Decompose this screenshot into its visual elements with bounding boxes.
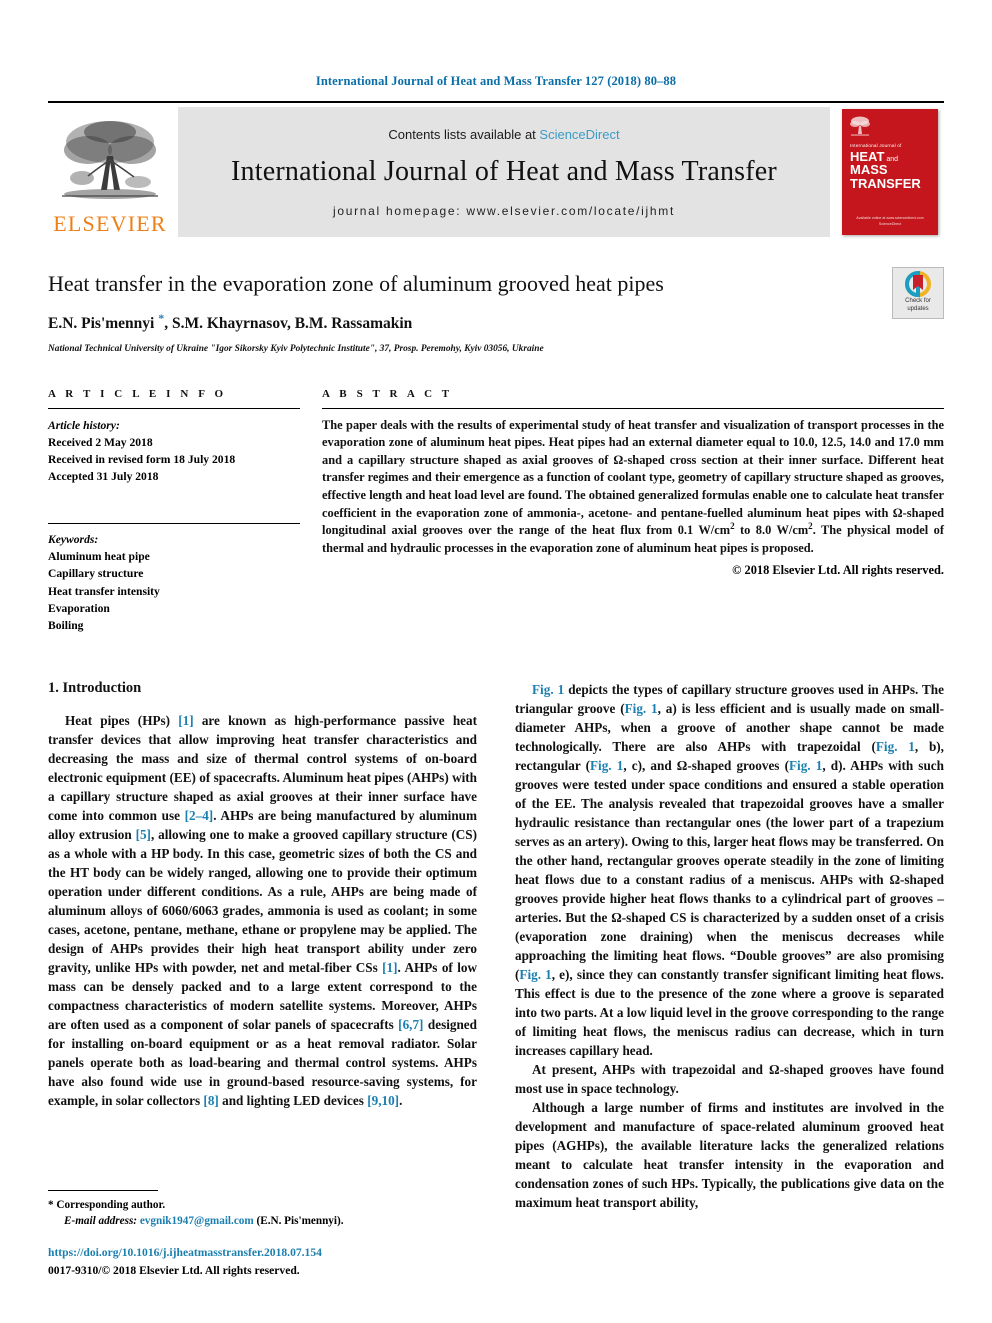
journal-cover-thumbnail[interactable]: International Journal of HEAT and MASS T…: [836, 107, 944, 237]
citation-link[interactable]: Fig. 1: [876, 739, 915, 754]
article-info-column: A R T I C L E I N F O Article history: R…: [48, 388, 300, 635]
divider-abstract: [322, 407, 944, 409]
paragraph-text: At present, AHPs with trapezoidal and Ω-…: [515, 1062, 944, 1097]
footnote-divider: [48, 1189, 158, 1191]
footnote-bottom: https://doi.org/10.1016/j.ijheatmasstran…: [48, 1244, 480, 1279]
citation-link[interactable]: Fig. 1: [590, 758, 623, 773]
contents-available-line: Contents lists available at ScienceDirec…: [388, 127, 619, 142]
paragraph-text: , c), and Ω-shaped grooves (: [623, 758, 789, 774]
journal-masthead: ELSEVIER Contents lists available at Sci…: [48, 101, 944, 237]
author-list: E.N. Pis'mennyi *, S.M. Khayrnasov, B.M.…: [48, 311, 858, 333]
contents-prefix: Contents lists available at: [388, 126, 540, 142]
cover-footer-line2: ScienceDirect: [878, 221, 902, 226]
paragraph-text: , d). AHPs with such grooves were tested…: [515, 758, 944, 983]
citation-link[interactable]: Fig. 1: [789, 758, 822, 773]
citation-link[interactable]: [1]: [382, 960, 397, 975]
elsevier-wordmark: ELSEVIER: [53, 211, 167, 236]
citation-link[interactable]: [8]: [203, 1093, 218, 1108]
abstract-copyright: © 2018 Elsevier Ltd. All rights reserved…: [732, 563, 944, 578]
citation-link[interactable]: [1]: [178, 713, 193, 728]
doi-link[interactable]: https://doi.org/10.1016/j.ijheatmasstran…: [48, 1244, 480, 1261]
divider-article-info: [48, 407, 300, 409]
issn-copyright: 0017-9310/© 2018 Elsevier Ltd. All right…: [48, 1263, 300, 1277]
journal-cover-image: International Journal of HEAT and MASS T…: [842, 109, 938, 235]
email-address-label: E-mail address:: [64, 1215, 138, 1228]
article-history-label: Article history:: [48, 418, 120, 432]
citation-link[interactable]: [5]: [136, 827, 151, 842]
elsevier-logo: ELSEVIER: [48, 107, 172, 237]
author-rest: , S.M. Khayrnasov, B.M. Rassamakin: [164, 315, 413, 333]
paragraph-text: Heat pipes (HPs): [65, 713, 179, 729]
keywords-label: Keywords:: [48, 533, 99, 547]
body-paragraph: Heat pipes (HPs) [1] are known as high-p…: [48, 711, 477, 1110]
right-column-paragraphs: Fig. 1 depicts the types of capillary st…: [515, 680, 944, 1212]
footnote-corresponding-text: Corresponding author.: [53, 1198, 166, 1211]
paragraph-text: are known as high-performance passive he…: [48, 713, 477, 824]
body-paragraph: Fig. 1 depicts the types of capillary st…: [515, 680, 944, 1060]
elsevier-tree-icon: [62, 121, 158, 199]
author-first: E.N. Pis'mennyi: [48, 315, 159, 333]
body-columns: 1. Introduction Heat pipes (HPs) [1] are…: [48, 680, 944, 1212]
keyword-item: Heat transfer intensity: [48, 584, 160, 598]
info-abstract-row: A R T I C L E I N F O Article history: R…: [48, 388, 944, 635]
paragraph-text: , e), since they can constantly transfer…: [515, 967, 944, 1059]
article-info-heading: A R T I C L E I N F O: [48, 387, 227, 400]
article-history-item: Accepted 31 July 2018: [48, 470, 159, 484]
paragraph-text: and lighting LED devices: [218, 1093, 368, 1109]
abstract-part-2: to 8.0 W/cm: [734, 523, 809, 538]
footnote-block: * Corresponding author. E-mail address: …: [48, 1189, 480, 1279]
section-heading-introduction: 1. Introduction: [48, 680, 142, 697]
crossmark-icon: [905, 271, 931, 297]
email-link[interactable]: evgnik1947@gmail.com: [140, 1215, 254, 1227]
citation-link[interactable]: Fig. 1: [625, 701, 658, 716]
paragraph-text: , allowing one to make a grooved capilla…: [48, 827, 478, 976]
journal-homepage-link[interactable]: journal homepage: www.elsevier.com/locat…: [333, 204, 675, 218]
divider-keywords: [48, 523, 300, 525]
cover-title: HEAT and MASS TRANSFER: [850, 150, 932, 190]
citation-link[interactable]: [6,7]: [398, 1017, 423, 1032]
email-owner: (E.N. Pis'mennyi).: [253, 1215, 344, 1228]
abstract-part-1: The paper deals with the results of expe…: [322, 417, 944, 538]
journal-title: International Journal of Heat and Mass T…: [231, 155, 777, 187]
body-paragraph: Although a large number of firms and ins…: [515, 1098, 944, 1212]
masthead-center: Contents lists available at ScienceDirec…: [178, 107, 830, 237]
cover-subtitle: International Journal of: [850, 143, 902, 148]
paragraph-text: .: [399, 1093, 403, 1109]
cover-title-transfer: TRANSFER: [850, 175, 921, 191]
keyword-item: Aluminum heat pipe: [48, 550, 150, 564]
body-column-right: Fig. 1 depicts the types of capillary st…: [515, 680, 944, 1212]
citation-link[interactable]: Fig. 1: [532, 682, 564, 697]
citation-link[interactable]: [2–4]: [185, 808, 214, 823]
article-history-item: Received 2 May 2018: [48, 435, 153, 449]
sciencedirect-link[interactable]: ScienceDirect: [539, 127, 619, 142]
abstract-text: The paper deals with the results of expe…: [322, 417, 944, 558]
page-title: Heat transfer in the evaporation zone of…: [48, 271, 664, 296]
cover-elsevier-tree-icon: [850, 116, 870, 136]
abstract-heading: A B S T R A C T: [322, 387, 453, 400]
running-head: International Journal of Heat and Mass T…: [315, 74, 677, 88]
keyword-item: Boiling: [48, 618, 84, 632]
affiliation: National Technical University of Ukraine…: [48, 343, 544, 354]
corresponding-author-note: * Corresponding author.: [48, 1197, 480, 1214]
crossmark-badge[interactable]: Check for updates: [892, 267, 944, 319]
keyword-item: Capillary structure: [48, 567, 144, 581]
paragraph-text: Although a large number of firms and ins…: [515, 1100, 944, 1211]
left-column-paragraphs: Heat pipes (HPs) [1] are known as high-p…: [48, 711, 477, 1110]
cover-footer-line1: Available online at www.sciencedirect.co…: [856, 216, 924, 221]
abstract-column: A B S T R A C T The paper deals with the…: [322, 388, 944, 635]
body-column-left: 1. Introduction Heat pipes (HPs) [1] are…: [48, 680, 477, 1212]
title-block: Heat transfer in the evaporation zone of…: [48, 267, 944, 354]
paper-page: International Journal of Heat and Mass T…: [0, 0, 992, 1323]
citation-link[interactable]: [9,10]: [367, 1093, 399, 1108]
crossmark-label: Check for updates: [905, 298, 931, 312]
keyword-item: Evaporation: [48, 601, 110, 615]
citation-link[interactable]: Fig. 1: [519, 967, 551, 982]
cover-footer: Available online at www.sciencedirect.co…: [842, 216, 938, 227]
article-history-item: Received in revised form 18 July 2018: [48, 452, 236, 466]
body-paragraph: At present, AHPs with trapezoidal and Ω-…: [515, 1060, 944, 1098]
email-note: E-mail address: evgnik1947@gmail.com (E.…: [48, 1213, 480, 1230]
